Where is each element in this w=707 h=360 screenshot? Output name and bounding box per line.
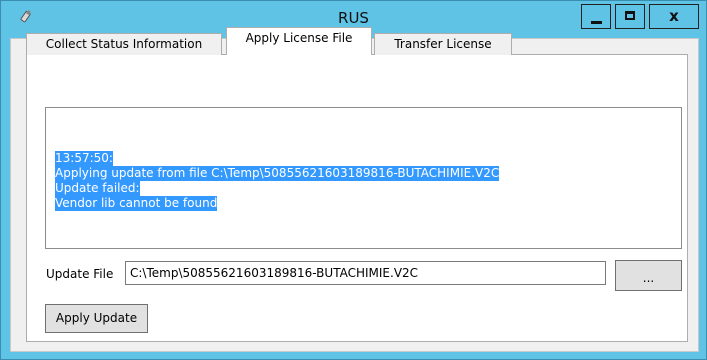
tab-apply-license-file[interactable]: Apply License File xyxy=(226,27,372,55)
minimize-icon xyxy=(591,21,602,24)
apply-update-button[interactable]: Apply Update xyxy=(45,304,148,333)
tab-collect-status[interactable]: Collect Status Information xyxy=(26,33,222,55)
log-line: Update failed: xyxy=(55,181,140,196)
maximize-button[interactable] xyxy=(615,4,645,29)
log-line: Applying update from file C:\Temp\508556… xyxy=(55,166,500,181)
update-file-label: Update File xyxy=(46,267,114,281)
close-button[interactable]: x xyxy=(649,4,699,29)
maximize-icon xyxy=(625,11,635,20)
tab-transfer-license[interactable]: Transfer License xyxy=(374,33,512,55)
log-line: Vendor lib cannot be found xyxy=(55,196,218,211)
log-output[interactable]: 13:57:50: Applying update from file C:\T… xyxy=(45,107,682,249)
update-file-input[interactable]: C:\Temp\50855621603189816-BUTACHIMIE.V2C xyxy=(125,261,606,285)
browse-button[interactable]: ... xyxy=(615,260,682,291)
minimize-button[interactable] xyxy=(581,4,611,29)
log-lines: 13:57:50: Applying update from file C:\T… xyxy=(55,151,500,211)
close-icon: x xyxy=(669,7,679,25)
log-line: 13:57:50: xyxy=(55,151,113,166)
